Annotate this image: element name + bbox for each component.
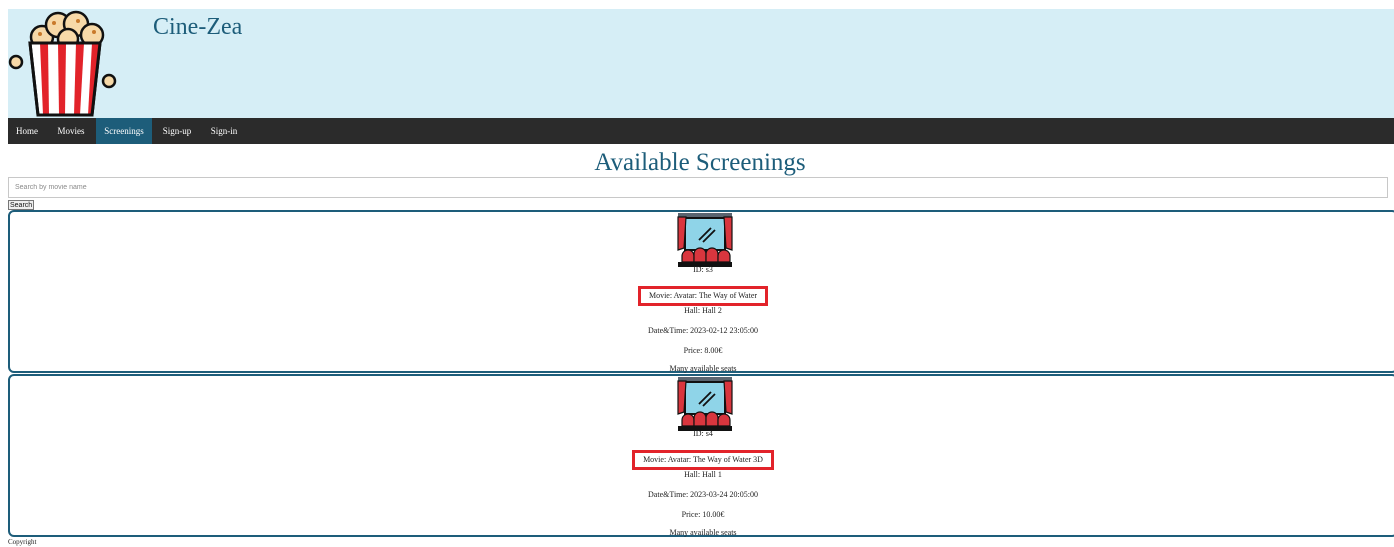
site-header: Cine-Zea (8, 9, 1394, 118)
screening-movie: Movie: Avatar: The Way of Water 3D (632, 450, 774, 470)
cinema-screen-icon (677, 213, 733, 267)
footer-copyright: Copyright (8, 538, 37, 546)
screening-card: ID: s4 Movie: Avatar: The Way of Water 3… (8, 374, 1394, 537)
nav-item-sign-up[interactable]: Sign-up (152, 118, 202, 144)
popcorn-logo-icon[interactable] (8, 9, 120, 118)
nav-item-sign-in[interactable]: Sign-in (202, 118, 246, 144)
search-button[interactable]: Search (8, 200, 35, 210)
nav-item-movies[interactable]: Movies (46, 118, 96, 144)
screening-availability: Many available seats (669, 364, 737, 373)
nav-item-home[interactable]: Home (8, 118, 46, 144)
page-title: Available Screenings (594, 149, 806, 176)
screening-id: ID: s4 (693, 429, 713, 438)
screening-hall: Hall: Hall 2 (684, 306, 722, 315)
screening-availability: Many available seats (669, 528, 737, 537)
nav-item-screenings[interactable]: Screenings (96, 118, 152, 144)
screening-hall: Hall: Hall 1 (684, 470, 722, 479)
screening-datetime: Date&Time: 2023-03-24 20:05:00 (648, 490, 758, 499)
screening-price: Price: 10.00€ (681, 510, 725, 519)
main-navigation: Home Movies Screenings Sign-up Sign-in (8, 118, 1394, 144)
search-input[interactable] (8, 177, 1388, 198)
screening-datetime: Date&Time: 2023-02-12 23:05:00 (648, 326, 758, 335)
cinema-screen-icon (677, 377, 733, 431)
screening-price: Price: 8.00€ (683, 346, 723, 355)
screening-id: ID: s3 (693, 265, 713, 274)
screening-card: ID: s3 Movie: Avatar: The Way of Water H… (8, 210, 1394, 373)
site-title: Cine-Zea (153, 14, 243, 40)
screening-movie: Movie: Avatar: The Way of Water (637, 286, 769, 306)
